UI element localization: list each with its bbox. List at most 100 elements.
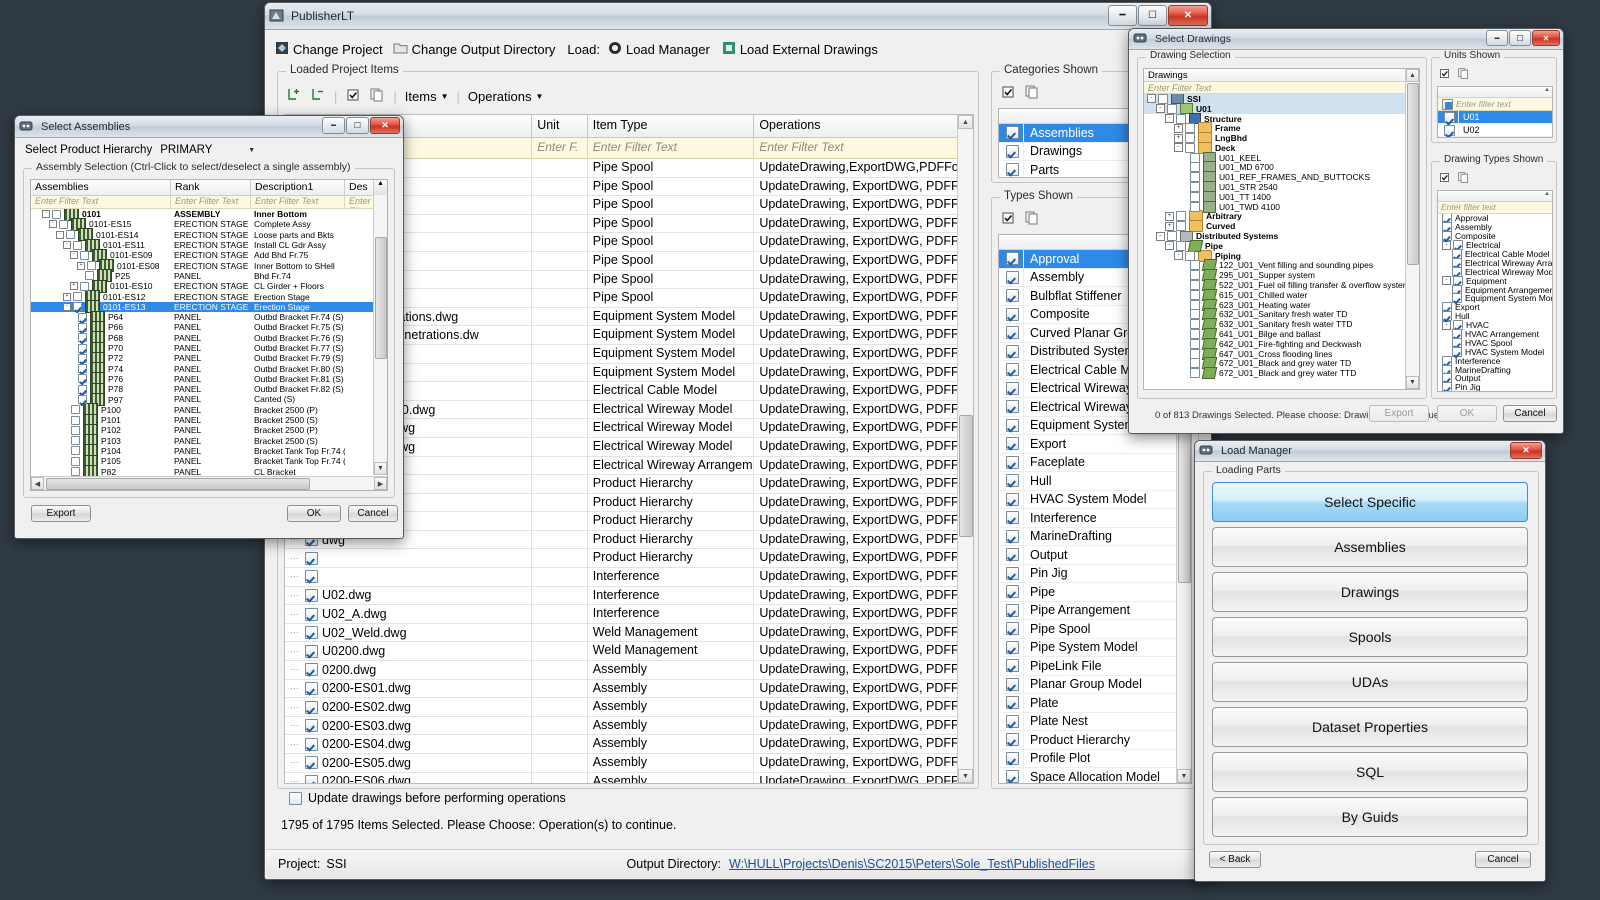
- copy-icon[interactable]: [369, 87, 385, 106]
- row-checkbox[interactable]: [305, 644, 318, 658]
- row-checkbox[interactable]: [78, 343, 87, 353]
- output-directory-value[interactable]: W:\HULL\Projects\Denis\SC2015\Peters\Sol…: [729, 857, 1095, 871]
- row-checkbox[interactable]: [59, 219, 68, 229]
- col-description2[interactable]: Des: [345, 180, 373, 195]
- scroll-up-icon[interactable]: ▲: [1406, 69, 1419, 82]
- scroll-right-icon[interactable]: ▶: [374, 477, 387, 490]
- row-checkbox-cell[interactable]: [1001, 142, 1024, 160]
- drawings-tree-body[interactable]: - SSI - U01- Structure + Frame + LngBhd - Deck U01_…: [1144, 94, 1419, 389]
- list-item[interactable]: U02: [1438, 124, 1552, 137]
- expander-icon[interactable]: -: [49, 220, 57, 229]
- row-checkbox[interactable]: [305, 570, 318, 584]
- filter-operations[interactable]: Enter Filter Text: [754, 138, 973, 158]
- row-checkbox[interactable]: [1005, 603, 1019, 617]
- row-checkbox[interactable]: [1005, 770, 1019, 783]
- filter-description1[interactable]: Enter Filter Text: [251, 196, 345, 208]
- list-item[interactable]: Plate: [999, 694, 1191, 713]
- cell-name[interactable]: ⋯ 0200-ES01.dwg: [285, 679, 533, 698]
- row-checkbox[interactable]: [1005, 492, 1019, 506]
- select-assemblies-titlebar[interactable]: Select Assemblies ━ ☐ ✕: [15, 116, 403, 138]
- row-checkbox[interactable]: [1005, 400, 1019, 414]
- load-manager-button[interactable]: Load Manager: [608, 41, 710, 58]
- items-grid-vscroll-thumb[interactable]: [959, 415, 973, 537]
- load-manager-option-button[interactable]: Select Specific: [1212, 482, 1528, 522]
- row-checkbox[interactable]: [1005, 381, 1019, 395]
- drawings-tree-row[interactable]: 295_U01_Supper system: [1144, 269, 1419, 282]
- row-checkbox-cell[interactable]: [1001, 546, 1024, 564]
- expander-icon[interactable]: -: [56, 230, 64, 239]
- expander-icon[interactable]: -: [1147, 94, 1156, 104]
- row-checkbox[interactable]: [1005, 344, 1019, 358]
- filter-assemblies[interactable]: Enter Filter Text: [31, 196, 171, 208]
- drawings-tree[interactable]: Drawings Enter Filter Text - SSI - U01- Stru…: [1143, 68, 1420, 390]
- row-checkbox[interactable]: [1005, 622, 1019, 636]
- row-checkbox[interactable]: [78, 322, 87, 332]
- assembly-row[interactable]: P66 PANEL Outbd Bracket Fr.75 (S): [31, 320, 387, 334]
- drawings-tree-row[interactable]: - Distributed Systems: [1144, 230, 1419, 242]
- row-checkbox[interactable]: [1190, 368, 1200, 379]
- change-project-button[interactable]: Change Project: [275, 41, 383, 58]
- select-drawings-ok-button[interactable]: OK: [1437, 405, 1497, 422]
- expander-icon[interactable]: -: [70, 251, 78, 260]
- drawings-tree-row[interactable]: - Pipe: [1144, 239, 1419, 252]
- row-checkbox[interactable]: [71, 446, 80, 456]
- scroll-down-icon[interactable]: ▼: [1406, 376, 1419, 389]
- row-checkbox[interactable]: [1190, 191, 1200, 202]
- filter-description2[interactable]: Enter Filter Text: [345, 196, 373, 208]
- row-checkbox[interactable]: [1005, 455, 1019, 469]
- row-checkbox[interactable]: [1190, 338, 1200, 349]
- col-assemblies[interactable]: Assemblies: [31, 180, 171, 195]
- assemblies-hscroll-thumb[interactable]: [46, 478, 310, 490]
- drawings-tree-row[interactable]: 122_U01_Vent filling and sounding pipes: [1144, 259, 1419, 272]
- list-item[interactable]: Output: [999, 546, 1191, 565]
- row-checkbox[interactable]: [71, 415, 80, 425]
- drawing-type-row[interactable]: Pin Jig: [1438, 382, 1552, 391]
- row-checkbox[interactable]: [78, 353, 87, 363]
- table-row[interactable]: ⋯ U02_A.dwg Interference UpdateDrawing, Exp…: [285, 605, 973, 624]
- col-description1[interactable]: Description1: [251, 180, 345, 195]
- row-checkbox[interactable]: [305, 756, 318, 770]
- list-item[interactable]: Interference: [999, 509, 1191, 528]
- expander-icon[interactable]: -: [1165, 241, 1174, 251]
- check-all-drawing-types-icon[interactable]: [1438, 171, 1451, 187]
- cell-name[interactable]: ⋯ 0200.dwg: [285, 661, 533, 679]
- row-checkbox[interactable]: [52, 209, 61, 219]
- row-checkbox[interactable]: [1005, 733, 1019, 747]
- row-checkbox[interactable]: [80, 281, 89, 291]
- row-checkbox[interactable]: [1176, 113, 1186, 124]
- scroll-down-icon[interactable]: ▼: [1177, 769, 1191, 783]
- maximize-button[interactable]: ☐: [1138, 5, 1167, 26]
- maximize-button[interactable]: ☐: [346, 117, 369, 134]
- copy-categories-icon[interactable]: [1024, 84, 1040, 103]
- row-checkbox[interactable]: [1190, 280, 1200, 291]
- load-manager-option-button[interactable]: SQL: [1212, 752, 1528, 792]
- row-checkbox[interactable]: [1158, 94, 1168, 104]
- row-checkbox[interactable]: [85, 271, 94, 281]
- row-checkbox[interactable]: [1005, 144, 1019, 158]
- row-checkbox[interactable]: [1005, 751, 1019, 765]
- loading-parts-buttons[interactable]: Select Specific Assemblies Drawings Spools U…: [1212, 482, 1528, 837]
- row-checkbox-cell[interactable]: [1001, 731, 1024, 749]
- row-checkbox[interactable]: [1167, 231, 1177, 242]
- copy-types-icon[interactable]: [1024, 210, 1040, 229]
- units-filter-checkbox[interactable]: [1441, 98, 1453, 110]
- drawings-tree-row[interactable]: 672_U01_Black and grey water TTD: [1144, 367, 1419, 380]
- row-checkbox[interactable]: [71, 425, 80, 435]
- assembly-row[interactable]: P78 PANEL Outbd Bracket Fr.82 (S): [31, 382, 387, 396]
- drawing-type-row[interactable]: Equipment System Model: [1438, 293, 1552, 304]
- minimize-button[interactable]: ━: [1108, 5, 1137, 26]
- table-row[interactable]: ⋯ U02.dwg Interference UpdateDrawing, Expor…: [285, 586, 973, 606]
- row-checkbox[interactable]: [1442, 311, 1452, 322]
- expander-icon[interactable]: -: [1165, 113, 1174, 123]
- expander-icon[interactable]: +: [70, 282, 78, 291]
- row-checkbox-cell[interactable]: [1001, 268, 1024, 286]
- drawings-tree-row[interactable]: - Structure: [1144, 113, 1419, 124]
- row-checkbox[interactable]: [78, 312, 87, 322]
- row-checkbox[interactable]: [1190, 289, 1200, 300]
- row-checkbox[interactable]: [1005, 418, 1019, 432]
- operations-menu-button[interactable]: Operations ▼: [468, 89, 544, 104]
- row-checkbox[interactable]: [1005, 585, 1019, 599]
- list-item[interactable]: Pipe Spool: [999, 620, 1191, 639]
- load-external-drawings-button[interactable]: Load External Drawings: [722, 41, 878, 58]
- assemblies-export-button[interactable]: Export: [31, 505, 91, 522]
